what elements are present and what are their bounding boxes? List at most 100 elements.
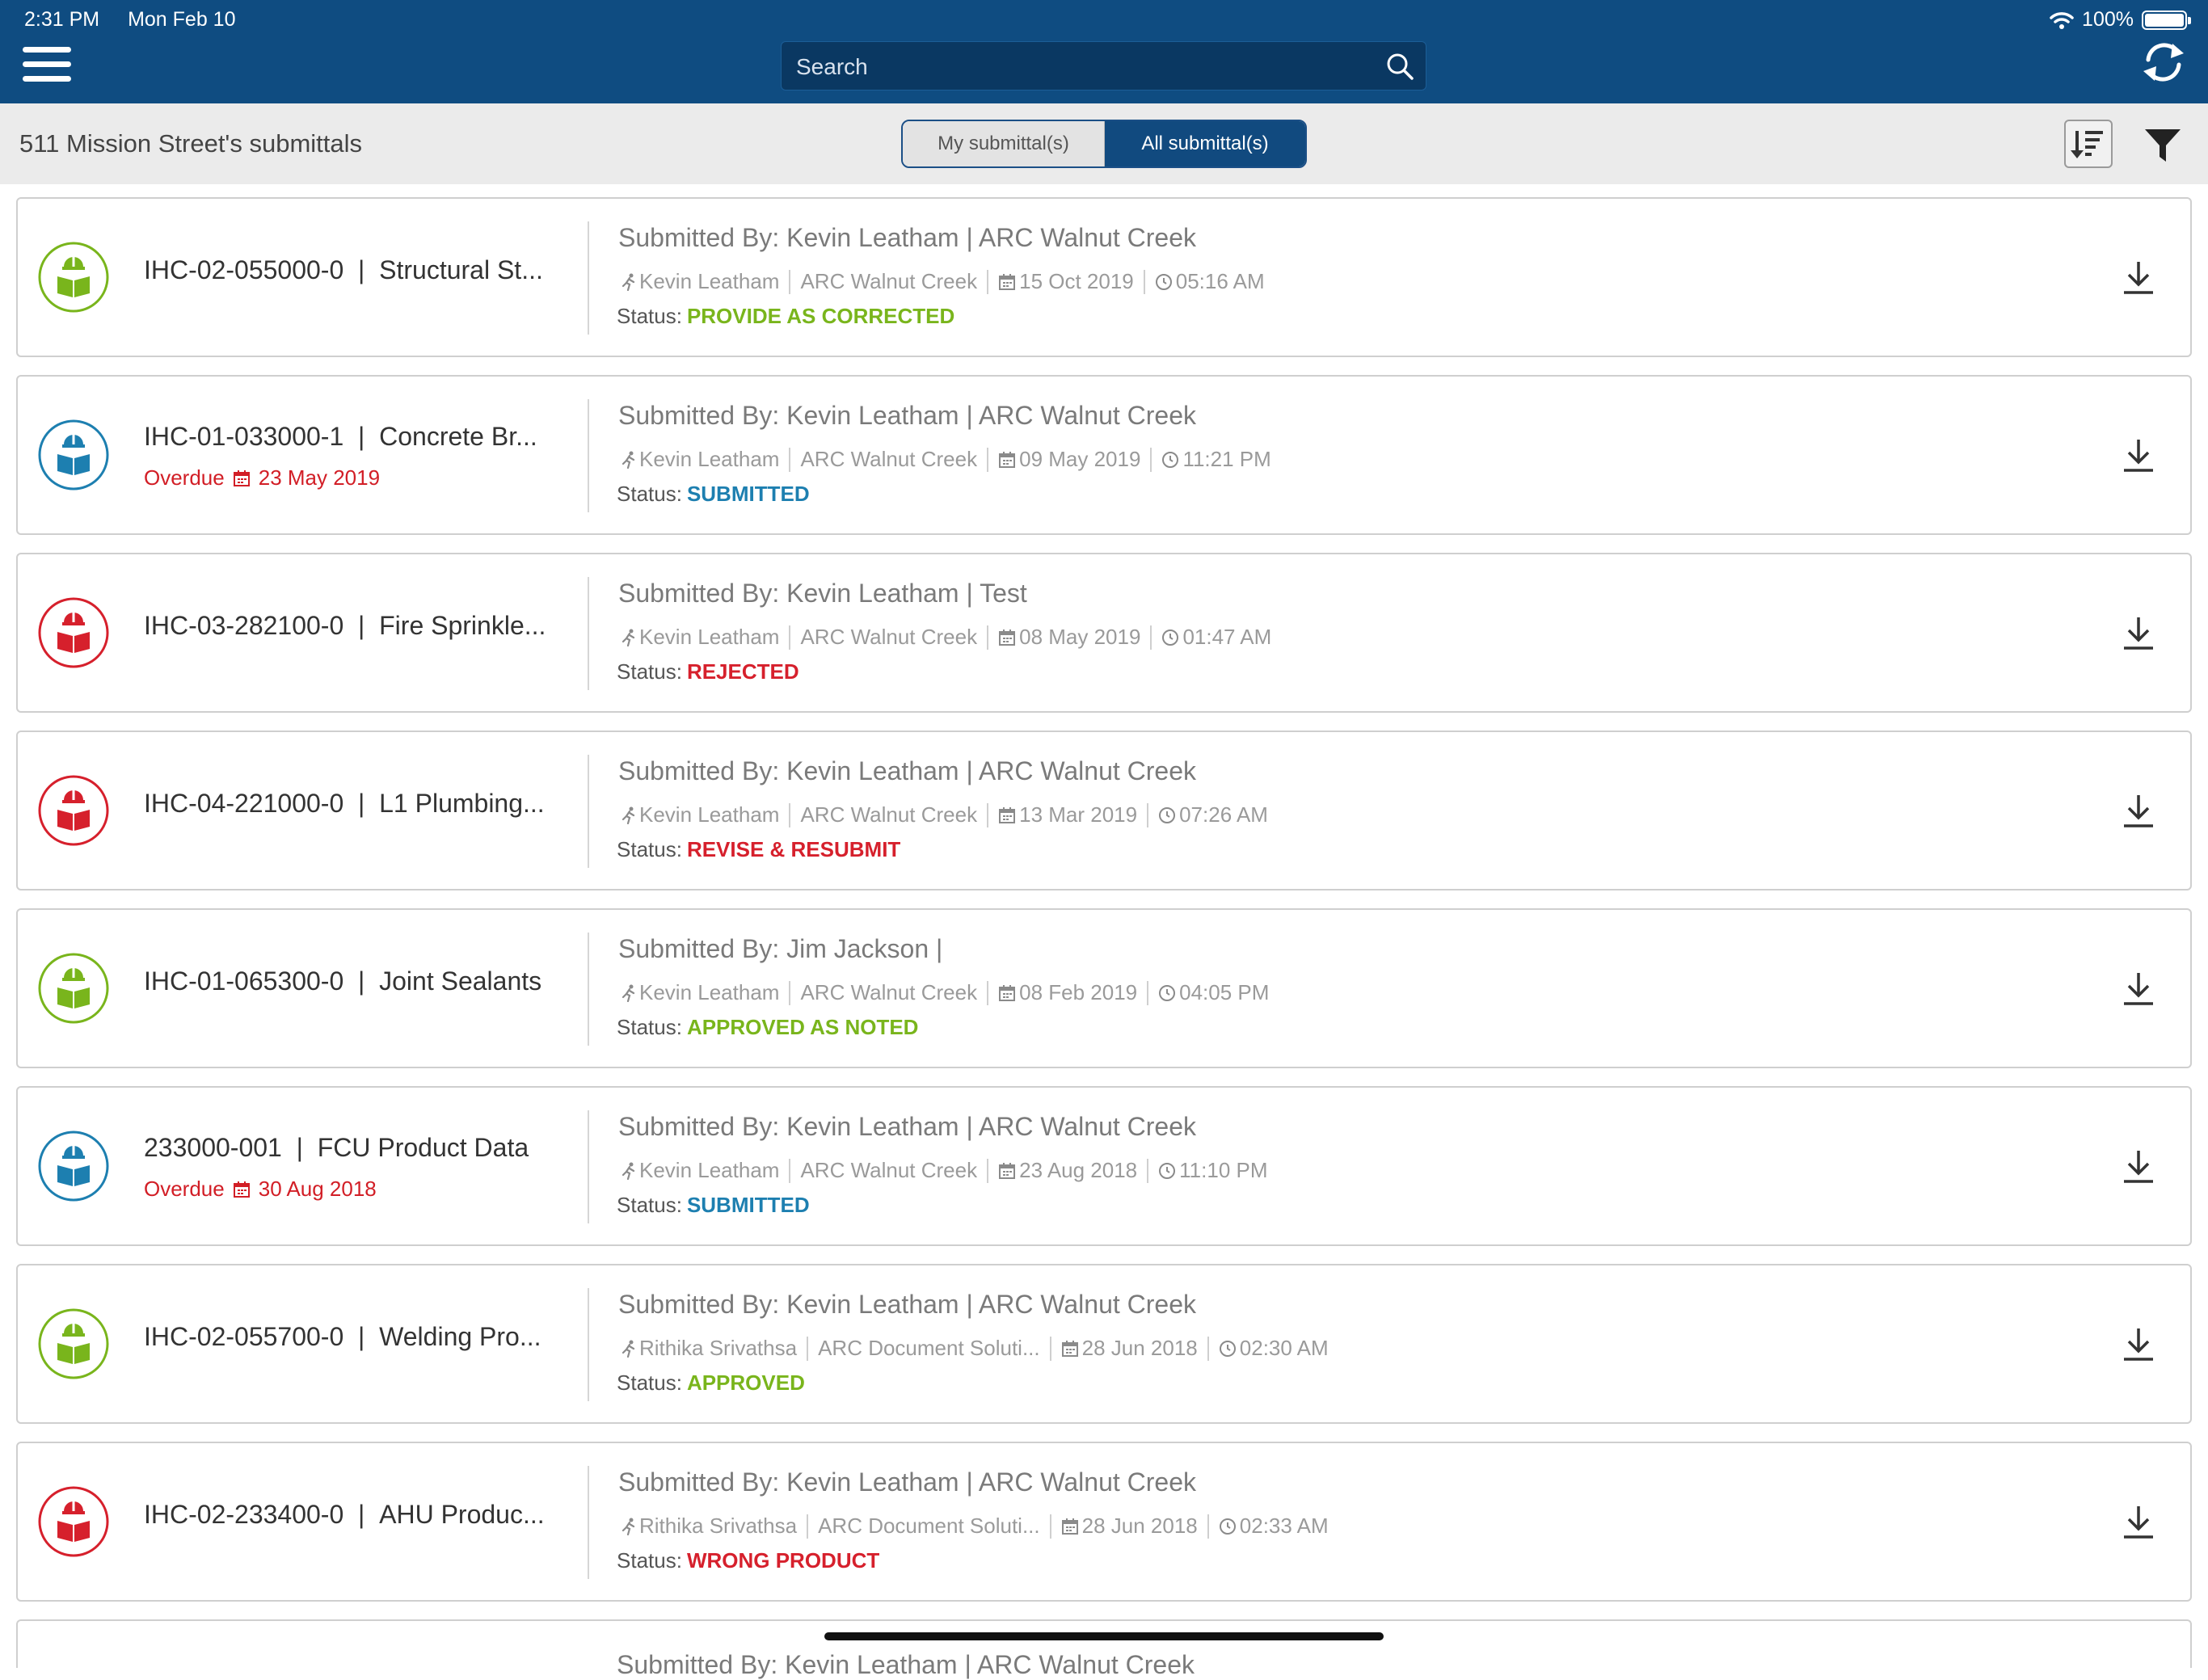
submittal-card[interactable]: IHC-03-282100-0 | Fire Sprinkle... Submi… [16, 553, 2192, 713]
home-indicator[interactable] [824, 1632, 1384, 1640]
meta-user: Rithika Srivathsa [639, 1514, 798, 1538]
submittal-id: IHC-04-221000-0 [144, 789, 344, 818]
download-icon[interactable] [2121, 259, 2156, 297]
search-input[interactable] [794, 42, 1363, 91]
meta-user: Kevin Leatham [639, 1158, 780, 1182]
tab-my-submittals[interactable]: My submittal(s) [903, 121, 1105, 166]
overdue-badge: Overdue 30 Aug 2018 [144, 1177, 377, 1202]
submitted-by-label: Submitted By: [618, 1467, 780, 1497]
status-value: SUBMITTED [686, 1193, 810, 1217]
submittal-summary: IHC-04-221000-0 | L1 Plumbing... [144, 732, 580, 889]
submittal-summary: 233000-001 | FCU Product Data Overdue 30 … [144, 1088, 580, 1244]
meta-time: 07:26 AM [1179, 802, 1268, 827]
submittal-card[interactable]: 233000-001 | FCU Product Data Overdue 30 … [16, 1086, 2192, 1246]
status-value: REVISE & RESUBMIT [686, 837, 901, 861]
submittal-type-icon [38, 1486, 109, 1557]
submittal-meta: Kevin Leatham ARC Walnut Creek 15 Oct 20… [622, 269, 1265, 294]
status-time: 2:31 PM [24, 8, 100, 31]
submitter-icon [622, 1340, 635, 1358]
submittal-card-partial[interactable]: Submitted By: Kevin Leatham | ARC Walnut… [16, 1619, 2192, 1679]
submittal-name: Concrete Br... [379, 422, 537, 451]
overdue-label: Overdue [144, 1177, 225, 1201]
download-icon[interactable] [2121, 1503, 2156, 1542]
clock-icon [1159, 806, 1176, 823]
overdue-label: Overdue [144, 465, 225, 490]
submittal-card[interactable]: IHC-01-033000-1 | Concrete Br... Overdue… [16, 375, 2192, 535]
calendar-icon [233, 469, 250, 486]
status-value: APPROVED AS NOTED [686, 1015, 919, 1039]
meta-date: 23 Aug 2018 [1019, 1158, 1138, 1182]
submittal-name: Fire Sprinkle... [379, 611, 546, 640]
sort-icon [2071, 131, 2103, 158]
download-icon[interactable] [2121, 970, 2156, 1008]
search-bar [781, 41, 1426, 91]
status-label: Status: [617, 304, 682, 328]
submittal-title: IHC-01-065300-0 | Joint Sealants [144, 966, 542, 996]
meta-time: 11:21 PM [1182, 447, 1271, 471]
calendar-icon [999, 984, 1016, 1001]
submitted-by-label: Submitted By: [618, 579, 780, 608]
submitted-by-line: Submitted By: Kevin Leatham | ARC Walnut… [618, 1467, 1196, 1497]
submittal-type-icon [38, 1308, 109, 1379]
submittal-card[interactable]: IHC-04-221000-0 | L1 Plumbing... Submitt… [16, 731, 2192, 891]
submittal-id: IHC-02-233400-0 [144, 1500, 344, 1529]
sort-button[interactable] [2064, 120, 2113, 168]
submitter-icon [622, 984, 635, 1002]
submitted-by-line: Submitted By: Kevin Leatham | ARC Walnut… [618, 401, 1196, 431]
wifi-icon [2050, 11, 2074, 29]
submittal-summary: IHC-02-055700-0 | Welding Pro... [144, 1265, 580, 1422]
submitted-by-label: Submitted By: [618, 401, 780, 430]
meta-user: Kevin Leatham [639, 802, 780, 827]
submitted-by-value: Jim Jackson | [786, 934, 943, 963]
meta-company: ARC Walnut Creek [800, 447, 978, 471]
submittal-card[interactable]: IHC-01-065300-0 | Joint Sealants Submitt… [16, 908, 2192, 1068]
submittal-name: Welding Pro... [379, 1322, 541, 1351]
submittal-card[interactable]: IHC-02-055700-0 | Welding Pro... Submitt… [16, 1264, 2192, 1424]
battery-icon [2142, 10, 2191, 30]
download-icon[interactable] [2121, 436, 2156, 475]
tab-all-submittals[interactable]: All submittal(s) [1105, 121, 1305, 166]
submitted-by-label: Submitted By: [618, 1112, 780, 1141]
card-divider [588, 755, 589, 868]
status-label: Status: [617, 1371, 682, 1395]
submittal-id: IHC-01-033000-1 [144, 422, 344, 451]
meta-time: 04:05 PM [1179, 980, 1270, 1004]
download-icon[interactable] [2121, 1325, 2156, 1364]
status-date: Mon Feb 10 [128, 8, 236, 31]
submittal-card[interactable]: IHC-02-055000-0 | Structural St... Submi… [16, 197, 2192, 357]
submitted-by-line: Submitted By: Kevin Leatham | ARC Walnut… [618, 1112, 1196, 1142]
submitter-icon [622, 806, 635, 824]
card-divider [588, 1466, 589, 1579]
submittal-meta: Rithika Srivathsa ARC Document Soluti...… [622, 1336, 1329, 1361]
submittal-title: 233000-001 | FCU Product Data [144, 1133, 529, 1162]
submittal-name: Structural St... [379, 255, 543, 284]
calendar-icon [999, 451, 1016, 468]
status-value: SUBMITTED [686, 482, 810, 506]
sync-icon[interactable] [2137, 36, 2190, 89]
submitted-by-value: Kevin Leatham | ARC Walnut Creek [786, 756, 1196, 785]
submittal-details: Submitted By: Kevin Leatham | ARC Walnut… [617, 1443, 1991, 1600]
submitter-icon [622, 273, 635, 291]
submittal-type-icon [38, 953, 109, 1024]
submitted-by-value: Kevin Leatham | Test [786, 579, 1027, 608]
clock-icon [1219, 1340, 1236, 1357]
submitter-icon [622, 1162, 635, 1180]
download-icon[interactable] [2121, 614, 2156, 653]
project-toolbar: 511 Mission Street's submittals My submi… [0, 103, 2208, 184]
submittal-type-icon [38, 419, 109, 491]
submittal-summary: IHC-02-233400-0 | AHU Produc... [144, 1443, 580, 1600]
download-icon[interactable] [2121, 1147, 2156, 1186]
meta-user: Kevin Leatham [639, 980, 780, 1004]
overdue-badge: Overdue 23 May 2019 [144, 465, 380, 491]
hamburger-menu-icon[interactable] [23, 47, 71, 87]
search-icon[interactable] [1385, 52, 1414, 81]
filter-icon[interactable] [2143, 126, 2182, 165]
clock-icon [1219, 1518, 1236, 1535]
submittal-title: IHC-04-221000-0 | L1 Plumbing... [144, 789, 545, 818]
meta-company: ARC Walnut Creek [800, 802, 978, 827]
meta-time: 01:47 AM [1182, 625, 1272, 649]
submittal-card[interactable]: IHC-02-233400-0 | AHU Produc... Submitte… [16, 1442, 2192, 1602]
status-label: Status: [617, 482, 682, 506]
status-line: Status: WRONG PRODUCT [617, 1548, 879, 1573]
download-icon[interactable] [2121, 792, 2156, 831]
